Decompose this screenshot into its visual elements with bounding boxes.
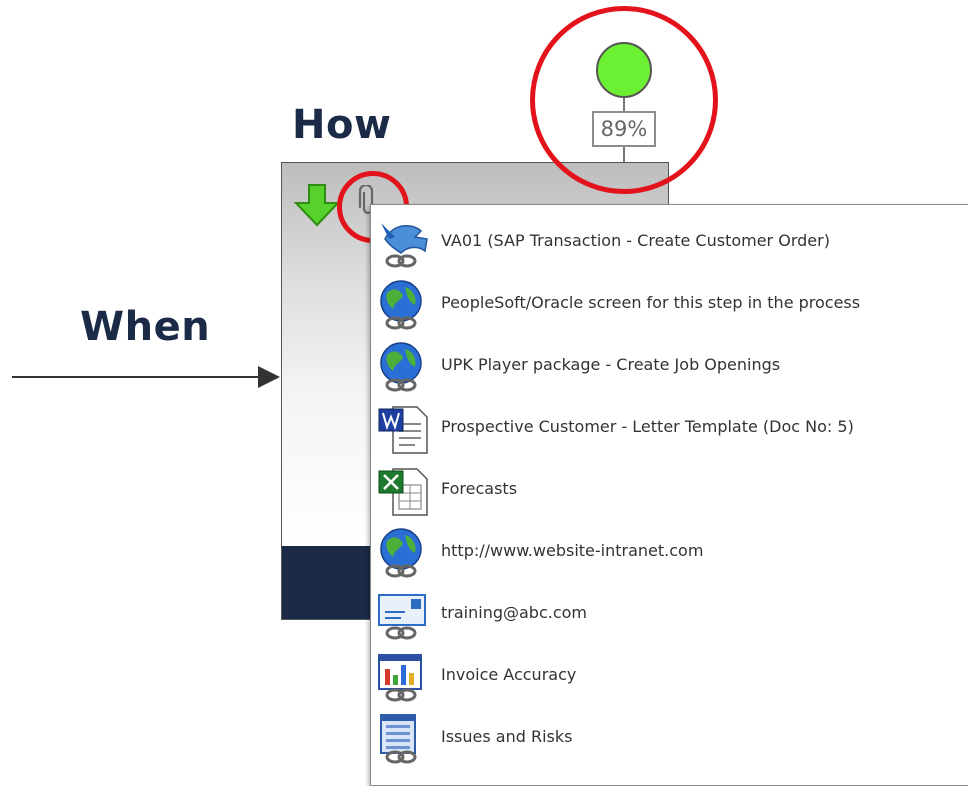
attachment-item-issues-risks[interactable]: Issues and Risks — [371, 709, 968, 765]
globe-link-icon — [380, 280, 422, 330]
attachment-item-label: VA01 (SAP Transaction - Create Customer … — [441, 231, 830, 250]
attachment-item-upk-player[interactable]: UPK Player package - Create Job Openings — [371, 337, 968, 393]
globe-link-icon — [380, 342, 422, 392]
attachment-item-label: Prospective Customer - Letter Template (… — [441, 417, 854, 436]
excel-spreadsheet-icon — [378, 468, 428, 516]
attachment-item-label: Invoice Accuracy — [441, 665, 577, 684]
how-heading: How — [292, 102, 392, 148]
word-document-icon — [378, 406, 428, 454]
document-list-link-icon — [380, 714, 417, 764]
attachment-item-website[interactable]: http://www.website-intranet.com — [371, 523, 968, 579]
attachment-item-forecasts[interactable]: Forecasts — [371, 461, 968, 517]
attachment-item-sap-transaction[interactable]: VA01 (SAP Transaction - Create Customer … — [371, 213, 968, 269]
attachment-item-label: PeopleSoft/Oracle screen for this step i… — [441, 293, 861, 312]
sap-transaction-link-icon — [381, 223, 428, 268]
attachments-menu: VA01 (SAP Transaction - Create Customer … — [370, 204, 968, 786]
attachment-item-label: UPK Player package - Create Job Openings — [441, 355, 781, 374]
attachment-item-label: http://www.website-intranet.com — [441, 541, 704, 560]
attachment-item-label: Issues and Risks — [441, 727, 573, 746]
status-highlight-circle — [530, 6, 718, 194]
chart-report-link-icon — [378, 654, 422, 702]
when-connector-arrowhead — [258, 366, 280, 388]
attachment-item-letter-template[interactable]: Prospective Customer - Letter Template (… — [371, 399, 968, 455]
globe-link-icon — [380, 528, 422, 578]
attachment-item-peoplesoft[interactable]: PeopleSoft/Oracle screen for this step i… — [371, 275, 968, 331]
attachment-item-invoice-accuracy[interactable]: Invoice Accuracy — [371, 647, 968, 703]
when-heading: When — [80, 304, 211, 350]
attachment-item-email[interactable]: training@abc.com — [371, 585, 968, 641]
attachment-item-label: Forecasts — [441, 479, 518, 498]
when-connector-line — [12, 376, 260, 378]
attachment-item-label: training@abc.com — [441, 603, 587, 622]
email-link-icon — [378, 594, 426, 640]
down-arrow-icon[interactable] — [294, 183, 340, 227]
